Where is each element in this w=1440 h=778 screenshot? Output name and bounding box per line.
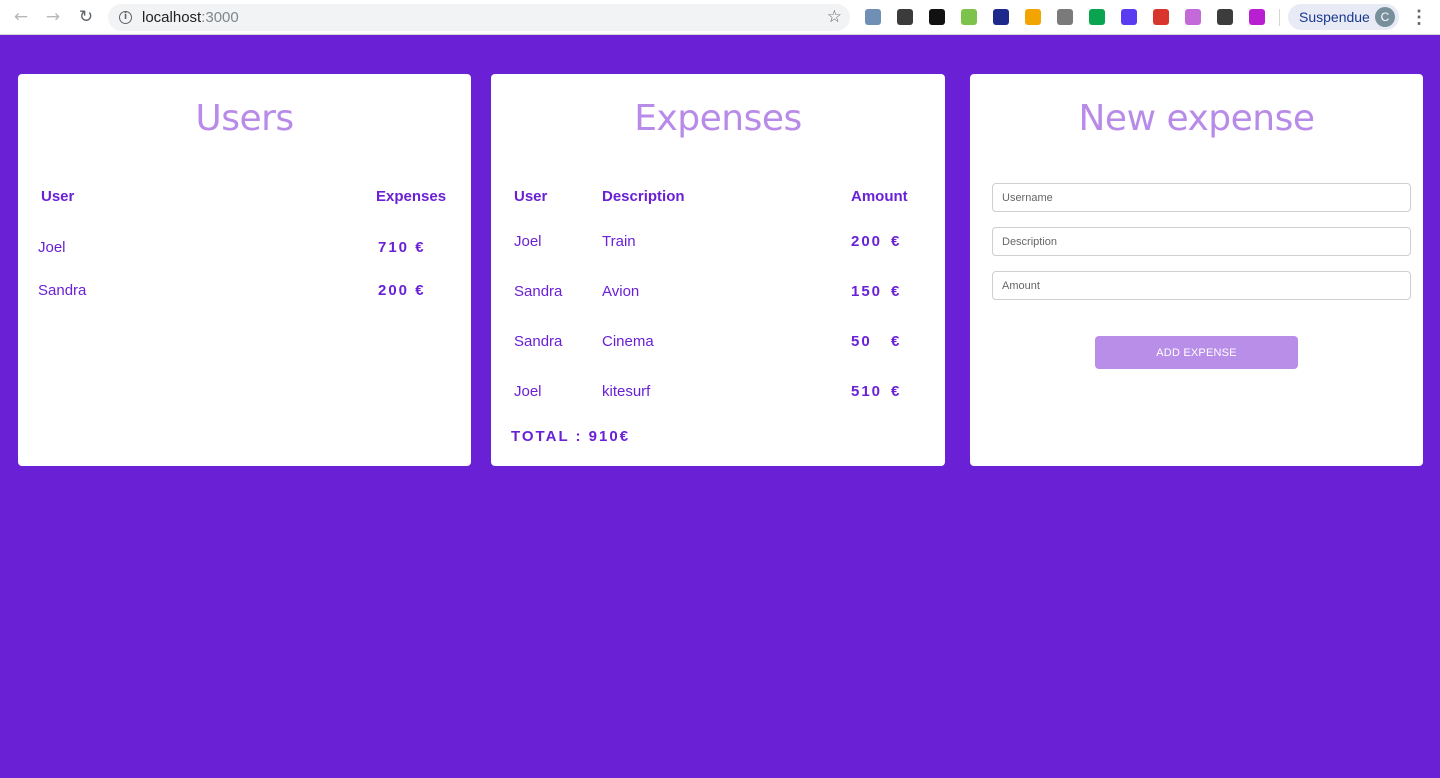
expense-row-user: Sandra [514,283,563,300]
expenses-total: TOTAL : 910€ [511,428,631,445]
users-row-expenses: 710 € [378,239,426,256]
toolbar-divider [1279,9,1280,26]
users-card: Users User Expenses Joel 710 € Sandra 20… [18,74,471,466]
new-expense-card: New expense ADD EXPENSE [970,74,1423,466]
expenses-header-user: User [514,188,548,205]
ext-12-icon[interactable] [1217,9,1233,25]
expense-row-currency: € [891,283,902,300]
expense-row-currency: € [891,333,902,350]
profile-button[interactable]: Suspendue C [1288,4,1399,30]
expense-row-description: kitesurf [602,383,651,400]
ext-4-icon[interactable] [961,9,977,25]
users-row-expenses: 200 € [378,282,426,299]
expense-row-user: Sandra [514,333,563,350]
ext-1-icon[interactable] [865,9,881,25]
expense-row-amount: 510 [851,383,883,400]
users-header-user: User [41,188,75,205]
expense-row-amount: 150 [851,283,883,300]
ext-9-icon[interactable] [1121,9,1137,25]
ext-13-icon[interactable] [1249,9,1265,25]
bookmark-star-icon[interactable]: ☆ [827,7,842,27]
expense-row-currency: € [891,383,902,400]
ext-5-icon[interactable] [993,9,1009,25]
expense-row-description: Avion [602,283,640,300]
expense-row-amount: 200 [851,233,883,250]
forward-arrow-icon[interactable]: → [42,6,64,28]
add-expense-button[interactable]: ADD EXPENSE [1095,336,1298,369]
expense-row-description: Train [602,233,636,250]
ext-6-icon[interactable] [1025,9,1041,25]
description-input[interactable] [992,227,1411,256]
info-icon[interactable]: i [119,11,132,24]
expense-row-description: Cinema [602,333,654,350]
browser-toolbar: ← → ↻ i localhost:3000 ☆ Suspendue C ⋮ [0,0,1440,35]
address-bar[interactable]: i localhost:3000 ☆ [108,4,850,31]
users-row-user: Joel [38,239,66,256]
username-input[interactable] [992,183,1411,212]
url-port: :3000 [201,9,239,26]
ext-7-icon[interactable] [1057,9,1073,25]
ext-10-icon[interactable] [1153,9,1169,25]
expenses-header-amount: Amount [851,188,908,205]
expense-row-user: Joel [514,233,542,250]
url-host: localhost [142,9,202,26]
expense-row-user: Joel [514,383,542,400]
users-title: Users [195,98,294,139]
back-arrow-icon[interactable]: ← [10,6,32,28]
browser-menu-icon[interactable]: ⋮ [1410,7,1428,27]
reload-icon[interactable]: ↻ [75,6,97,28]
ext-8-icon[interactable] [1089,9,1105,25]
expenses-card: Expenses User Description Amount Joel Tr… [491,74,945,466]
ext-11-icon[interactable] [1185,9,1201,25]
ext-3-icon[interactable] [929,9,945,25]
expenses-header-description: Description [602,188,685,205]
ext-2-icon[interactable] [897,9,913,25]
users-row-user: Sandra [38,282,87,299]
expense-row-currency: € [891,233,902,250]
profile-label: Suspendue [1299,9,1370,25]
users-header-expenses: Expenses [376,188,447,205]
url-text[interactable]: localhost:3000 [142,9,239,26]
expenses-title: Expenses [634,98,802,139]
new-expense-title: New expense [1078,98,1315,139]
amount-input[interactable] [992,271,1411,300]
expense-row-amount: 50 [851,333,872,350]
avatar: C [1375,7,1395,27]
